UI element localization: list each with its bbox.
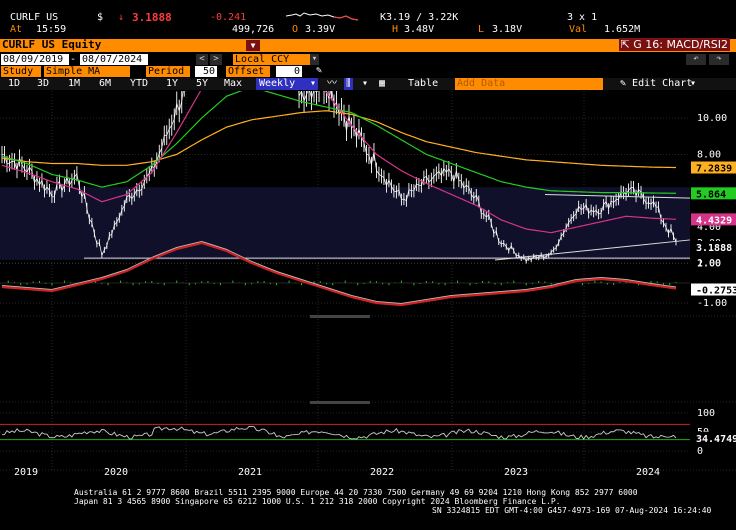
panel-resize-handle bbox=[310, 315, 370, 318]
footer-line-1: Australia 61 2 9777 8600 Brazil 5511 239… bbox=[74, 488, 638, 497]
macd-tick-label: -1.00 bbox=[697, 298, 727, 309]
end-date-field[interactable]: 08/07/2024 bbox=[80, 54, 148, 65]
high-price: 3.48V bbox=[404, 24, 435, 35]
panel-resize-handle bbox=[310, 401, 370, 404]
line-chart-icon[interactable]: 〰 bbox=[327, 78, 337, 90]
sparkline-icon bbox=[286, 12, 359, 21]
rsi-tick-label: 0 bbox=[697, 446, 703, 457]
frequency-select[interactable]: Weekly bbox=[256, 78, 314, 90]
period-label: Period bbox=[146, 66, 190, 77]
rsi-tick-label: 100 bbox=[697, 408, 715, 419]
table-icon[interactable]: ▦ bbox=[379, 78, 385, 90]
open-label: O bbox=[292, 24, 299, 35]
security-title-bar: CURLF US Equity ▼ ⇱ G 16: MACD/RSI2 bbox=[0, 38, 736, 52]
rsi-value: 34.4749 bbox=[696, 434, 736, 445]
sma-mid-value: 5.864 bbox=[696, 189, 726, 200]
footer: Australia 61 2 9777 8600 Brazil 5511 239… bbox=[0, 484, 736, 530]
year-label: 2024 bbox=[636, 467, 660, 478]
traded-value: 1.652M bbox=[604, 24, 641, 35]
pencil-icon[interactable]: ✎ bbox=[316, 65, 322, 76]
edit-chart-dropdown-icon[interactable]: ▾ bbox=[690, 78, 696, 90]
range-1y[interactable]: 1Y bbox=[166, 78, 178, 90]
bid-ask-size: 3 x 1 bbox=[567, 12, 598, 23]
range-max[interactable]: Max bbox=[224, 78, 242, 90]
range-1m[interactable]: 1M bbox=[68, 78, 80, 90]
bid-ask: K3.19 / 3.22K bbox=[380, 12, 459, 23]
chart-type-dropdown-icon[interactable]: ▾ bbox=[362, 78, 368, 90]
function-title[interactable]: ⇱ G 16: MACD/RSI2 bbox=[618, 38, 730, 51]
currency-select[interactable]: Local CCY bbox=[233, 54, 311, 65]
table-button[interactable]: Table bbox=[408, 78, 438, 90]
year-label: 2023 bbox=[504, 467, 528, 478]
year-label: 2019 bbox=[14, 467, 38, 478]
price-panel bbox=[0, 91, 691, 264]
security-name[interactable]: CURLF US Equity bbox=[2, 38, 101, 51]
last-trade-time: 15:59 bbox=[36, 24, 67, 35]
sma-short-value: 4.4329 bbox=[696, 215, 732, 226]
redo-icon[interactable]: ↷ bbox=[709, 54, 729, 65]
time-label: At bbox=[10, 24, 23, 35]
start-date-field[interactable]: 08/09/2019 bbox=[1, 54, 69, 65]
sma-long-value: 7.2839 bbox=[696, 164, 732, 175]
rsi-line bbox=[1, 425, 677, 440]
axis-labels: 18.0016.0014.0012.0010.008.004.002.002.0… bbox=[14, 113, 736, 478]
study-select[interactable]: Simple MA bbox=[44, 66, 130, 77]
edit-chart-button[interactable]: ✎ Edit Chart bbox=[620, 78, 692, 90]
range-1d[interactable]: 1D bbox=[8, 78, 20, 90]
down-arrow-icon: ↓ bbox=[118, 12, 125, 23]
open-price: 3.39V bbox=[305, 24, 336, 35]
offset-field[interactable]: 0 bbox=[276, 66, 302, 77]
year-label: 2022 bbox=[370, 467, 394, 478]
low-label: L bbox=[478, 24, 485, 35]
macd-tick-label: 1.00 bbox=[697, 258, 721, 269]
price-change: -0.241 bbox=[210, 12, 247, 23]
val-label: Val bbox=[569, 24, 588, 35]
security-dropdown-icon[interactable]: ▼ bbox=[246, 40, 260, 51]
macd-value: -0.2753 bbox=[696, 286, 736, 297]
chart-toolbar: 1D 3D 1M 6M YTD 1Y 5Y Max Weekly ▾ 〰 ⫼ ▾… bbox=[0, 78, 736, 90]
high-label: H bbox=[392, 24, 399, 35]
footer-line-2: Japan 81 3 4565 8900 Singapore 65 6212 1… bbox=[74, 497, 561, 506]
range-ytd[interactable]: YTD bbox=[130, 78, 148, 90]
date-range-row: 08/09/2019 - 08/07/2024 < > Local CCY ▾ … bbox=[0, 54, 736, 66]
period-field[interactable]: 50 bbox=[195, 66, 217, 77]
candle-chart-icon[interactable]: ⫼ bbox=[344, 78, 353, 90]
add-data-field[interactable]: Add Data bbox=[455, 78, 603, 90]
last-price: 3.1888 bbox=[132, 11, 172, 24]
shaded-band bbox=[0, 187, 690, 260]
currency-dropdown-icon[interactable]: ▾ bbox=[310, 54, 319, 65]
prev-period-button[interactable]: < bbox=[196, 54, 208, 65]
export-icon: ⇱ bbox=[620, 38, 634, 51]
volume: 499,726 bbox=[232, 24, 275, 35]
price-tick-label: 10.00 bbox=[697, 113, 727, 124]
last-price-value: 3.1888 bbox=[696, 243, 732, 254]
frequency-dropdown-icon[interactable]: ▾ bbox=[308, 78, 318, 90]
currency-label: $ bbox=[97, 12, 104, 23]
range-6m[interactable]: 6M bbox=[99, 78, 111, 90]
study-label: Study bbox=[1, 66, 41, 77]
edit-chart-label: Edit Chart bbox=[632, 78, 693, 89]
function-name: G 16: MACD/RSI2 bbox=[633, 38, 728, 51]
year-label: 2021 bbox=[238, 467, 262, 478]
undo-icon[interactable]: ↶ bbox=[686, 54, 706, 65]
low-price: 3.18V bbox=[492, 24, 523, 35]
year-label: 2020 bbox=[104, 467, 128, 478]
range-5y[interactable]: 5Y bbox=[196, 78, 208, 90]
ticker-label: CURLF US bbox=[10, 12, 59, 23]
footer-line-3: SN 3324815 EDT GMT-4:00 G457-4973-169 07… bbox=[432, 506, 712, 515]
pencil-icon: ✎ bbox=[620, 78, 633, 89]
offset-label: Offset bbox=[226, 66, 270, 77]
range-3d[interactable]: 3D bbox=[37, 78, 49, 90]
price-tick-label: 8.00 bbox=[697, 149, 721, 160]
price-chart[interactable]: 18.0016.0014.0012.0010.008.004.002.002.0… bbox=[0, 91, 736, 484]
next-period-button[interactable]: > bbox=[210, 54, 222, 65]
study-row: Study Simple MA Period 50 Offset 0 ✎ bbox=[0, 65, 736, 78]
date-separator: - bbox=[70, 54, 77, 65]
quote-strip: CURLF US $ ↓ 3.1888 -0.241 K3.19 / 3.22K… bbox=[0, 0, 736, 35]
